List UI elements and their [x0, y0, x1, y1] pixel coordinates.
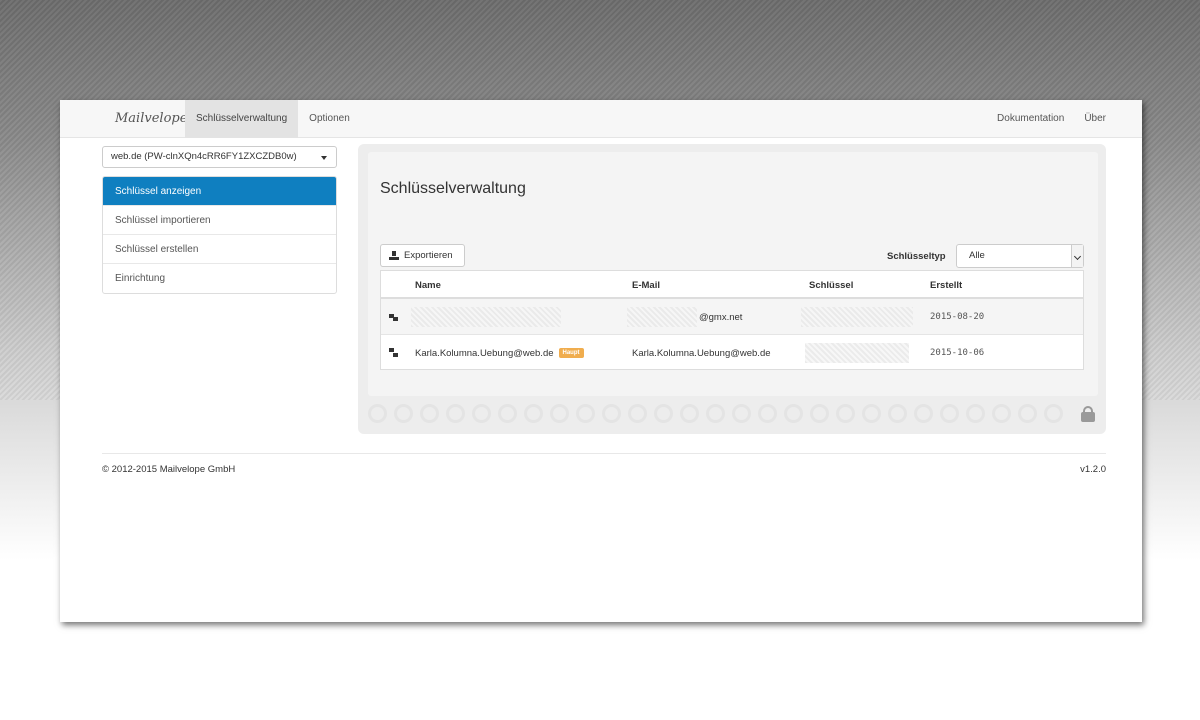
lock-deco-icon [680, 404, 699, 423]
sidebar-item-setup[interactable]: Einrichtung [103, 264, 336, 293]
lock-deco-icon [862, 404, 881, 423]
copyright-text: © 2012-2015 Mailvelope GmbH [102, 464, 236, 475]
sidebar-item-generate-keys[interactable]: Schlüssel erstellen [103, 235, 336, 264]
row-name-cell: Karla.Kolumna.Uebung@web.de Haupt [415, 348, 584, 359]
lock-deco-icon [550, 404, 569, 423]
redacted-key [801, 307, 913, 327]
sidebar-item-show-keys[interactable]: Schlüssel anzeigen [103, 177, 336, 206]
lock-deco-icon [810, 404, 829, 423]
lock-deco-icon [446, 404, 465, 423]
row-name: Karla.Kolumna.Uebung@web.de [415, 348, 554, 359]
lock-deco-icon [836, 404, 855, 423]
keys-table: Name E-Mail Schlüssel Erstellt @gmx.net … [380, 270, 1084, 370]
lock-icon [1081, 406, 1095, 422]
key-type-value: Alle [969, 250, 985, 261]
redacted-key [805, 343, 909, 363]
lock-deco-icon [1044, 404, 1063, 423]
sidebar-menu: Schlüssel anzeigen Schlüssel importieren… [102, 176, 337, 294]
lock-deco-icon [628, 404, 647, 423]
version-text: v1.2.0 [1080, 464, 1106, 475]
header-email[interactable]: E-Mail [632, 280, 660, 291]
row-created: 2015-10-06 [930, 348, 985, 358]
table-row[interactable]: Karla.Kolumna.Uebung@web.de Haupt Karla.K… [381, 335, 1083, 371]
chevron-down-icon [1071, 245, 1083, 267]
lock-deco-icon [758, 404, 777, 423]
brand-logo[interactable]: Mailvelope [115, 111, 187, 126]
lock-deco-icon [368, 404, 387, 423]
row-created: 2015-08-20 [930, 312, 985, 322]
lock-deco-icon [576, 404, 595, 423]
key-management-panel: Schlüsselverwaltung Exportieren Schlüsse… [368, 152, 1098, 396]
keyring-select[interactable]: web.de (PW-clnXQn4cRR6FY1ZXCZDB0w) [102, 146, 337, 168]
keypair-icon [389, 348, 399, 358]
nav-right-links: Dokumentation Über [987, 100, 1142, 138]
keyring-select-value: web.de (PW-clnXQn4cRR6FY1ZXCZDB0w) [111, 151, 297, 162]
lock-deco-icon [394, 404, 413, 423]
row-email: @gmx.net [699, 312, 743, 323]
top-navbar: Mailvelope Schlüsselverwaltung Optionen … [60, 99, 1142, 138]
export-button-label: Exportieren [404, 250, 453, 261]
lock-deco-icon [706, 404, 725, 423]
row-email: Karla.Kolumna.Uebung@web.de [632, 348, 771, 359]
lock-pattern [368, 404, 1078, 426]
redacted-name [411, 307, 561, 327]
key-type-label: Schlüsseltyp [887, 251, 946, 262]
page-title: Schlüsselverwaltung [380, 180, 526, 197]
lock-deco-icon [732, 404, 751, 423]
lock-deco-icon [914, 404, 933, 423]
lock-deco-icon [1018, 404, 1037, 423]
chevron-down-icon [321, 156, 327, 160]
table-header: Name E-Mail Schlüssel Erstellt [381, 271, 1083, 299]
primary-badge: Haupt [558, 348, 584, 359]
export-button[interactable]: Exportieren [380, 244, 465, 267]
lock-deco-icon [940, 404, 959, 423]
documentation-link[interactable]: Dokumentation [987, 100, 1074, 138]
table-row[interactable]: @gmx.net 2015-08-20 [381, 299, 1083, 335]
header-key[interactable]: Schlüssel [809, 280, 853, 291]
lock-deco-icon [888, 404, 907, 423]
lock-deco-icon [966, 404, 985, 423]
redacted-email-prefix [627, 307, 697, 327]
export-icon [389, 250, 399, 261]
lock-deco-icon [524, 404, 543, 423]
lock-deco-icon [784, 404, 803, 423]
lock-deco-icon [602, 404, 621, 423]
lock-deco-icon [992, 404, 1011, 423]
sidebar-item-import-keys[interactable]: Schlüssel importieren [103, 206, 336, 235]
sidebar: web.de (PW-clnXQn4cRR6FY1ZXCZDB0w) Schlü… [102, 146, 337, 294]
tab-options[interactable]: Optionen [298, 100, 361, 138]
lock-deco-icon [472, 404, 491, 423]
about-link[interactable]: Über [1074, 100, 1142, 138]
key-type-select[interactable]: Alle [956, 244, 1084, 268]
lock-deco-icon [420, 404, 439, 423]
header-name[interactable]: Name [415, 280, 441, 291]
header-created[interactable]: Erstellt [930, 280, 962, 291]
tab-key-management[interactable]: Schlüsselverwaltung [185, 99, 299, 138]
footer-divider [102, 453, 1106, 454]
private-key-icon [389, 312, 399, 322]
app-window: Mailvelope Schlüsselverwaltung Optionen … [60, 99, 1142, 622]
lock-deco-icon [654, 404, 673, 423]
lock-deco-icon [498, 404, 517, 423]
